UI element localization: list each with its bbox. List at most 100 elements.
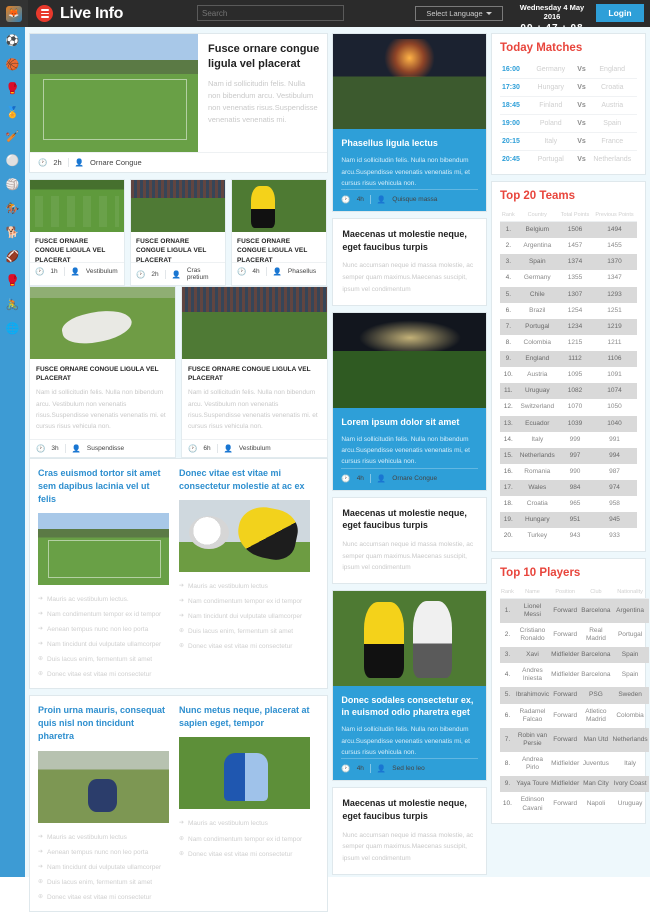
list-item[interactable]: Duis lacus enim, fermentum sit amet [38,875,169,890]
match-row[interactable]: 16:00 Germany Vs England [500,61,637,79]
table-row[interactable]: 5. Ibrahimovic Forward PSG Sweden [500,687,649,704]
table-cell: 1215 [567,338,583,346]
hero-article-card[interactable]: Fusce ornare congue ligula vel placerat … [29,33,329,173]
table-row[interactable]: 17. Wales 984 974 [500,480,637,497]
horse-racing-icon[interactable]: 🏇 [4,201,21,218]
table-cell: 1039 [567,419,583,427]
side-article-card[interactable]: Lorem ipsum dolor sit amet Nam id sollici… [332,311,487,491]
search-input[interactable] [197,5,344,21]
list-item[interactable]: Donec vitae est vitae mi consectetur [179,847,310,862]
table-row[interactable]: 19. Hungary 951 945 [500,512,637,529]
article-card[interactable]: FUSCE ORNARE CONGUE LIGULA VEL PLACERAT 🕐… [231,179,327,286]
side-article-card[interactable]: Maecenas ut molestie neque, eget faucibu… [332,787,487,875]
table-row[interactable]: 16. Romania 990 987 [500,464,637,480]
table-row[interactable]: 12. Switzerland 1070 1050 [500,399,637,415]
table-row[interactable]: 2. Cristiano Ronaldo Forward Real Madrid Por… [500,623,649,647]
match-row[interactable]: 19:00 Poland Vs Spain [500,115,637,133]
user-icon: 👤 [376,764,387,774]
table-cell: Man Utd [583,735,609,743]
table-row[interactable]: 10. Edinson Cavani Forward Napoli Uruguay [500,792,649,816]
table-cell: 958 [609,500,620,508]
golf-ball-icon[interactable]: ⚪ [4,153,21,170]
globe-icon[interactable]: 🌐 [4,321,21,338]
feature-title[interactable]: Proin urna mauris, consequat quis nisl n… [38,704,169,743]
cycling-icon[interactable]: 🚴 [4,297,21,314]
table-row[interactable]: 9. England 1112 1106 [500,351,637,368]
table-row[interactable]: 8. Andrea Pirlo Midfielder Juventus Italy [500,752,649,776]
list-item[interactable]: Duis lacus enim, fermentum sit amet [38,652,169,667]
list-item[interactable]: Aenean tempus nunc non leo porta [38,845,169,860]
list-item[interactable]: Nam tincidunt dui vulputate ullamcorper [38,860,169,875]
table-row[interactable]: 13. Ecuador 1039 1040 [500,415,637,432]
list-item[interactable]: Nam tincidunt dui vulputate ullamcorper [179,609,310,624]
article-card[interactable]: FUSCE ORNARE CONGUE LIGULA VEL PLACERAT 🕐… [130,179,226,286]
table-row[interactable]: 6. Radamel Falcao Forward Atletico Madrid Co… [500,704,649,728]
volleyball-icon[interactable]: 🏐 [4,177,21,194]
table-row[interactable]: 1. Lionel Messi Forward Barcelona Argentina [500,598,649,623]
list-item[interactable]: Mauris ac vestibulum lectus [179,579,310,594]
table-cell: 974 [609,484,620,491]
list-item[interactable]: Nam condimentum tempor ex id tempor [179,832,310,847]
table-row[interactable]: 18. Croatia 965 958 [500,496,637,512]
soccer-ball-icon[interactable]: ⚽ [4,33,21,50]
list-item[interactable]: Mauris ac vestibulum lectus [179,816,310,831]
table-row[interactable]: 9. Yaya Toure Midfielder Man City Ivory Coas… [500,776,649,793]
list-item[interactable]: Donec vitae est vitae mi consectetur [38,667,169,682]
table-row[interactable]: 3. Spain 1374 1370 [500,254,637,271]
table-row[interactable]: 20. Turkey 943 933 [500,528,637,544]
hamburger-icon[interactable] [36,5,53,22]
language-select[interactable]: Select Language [415,6,503,21]
match-home-team: Finland [539,102,563,109]
cricket-bat-icon[interactable]: 🏏 [4,129,21,146]
table-row[interactable]: 8. Colombia 1215 1211 [500,335,637,351]
match-row[interactable]: 20:45 Portugal Vs Netherlands [500,151,637,168]
list-item[interactable]: Aenean tempus nunc non leo porta [38,622,169,637]
table-row[interactable]: 7. Portugal 1234 1219 [500,318,637,335]
article-image [30,287,175,359]
list-item[interactable]: Duis lacus enim, fermentum sit amet [179,624,310,639]
table-row[interactable]: 4. Germany 1355 1347 [500,270,637,286]
table-row[interactable]: 7. Robin van Persie Forward Man Utd Netherla… [500,727,649,752]
list-item[interactable]: Donec vitae est vitae mi consectetur [38,890,169,905]
table-row[interactable]: 10. Austria 1095 1091 [500,367,637,383]
article-title: FUSCE ORNARE CONGUE LIGULA VEL PLACERAT [36,366,159,383]
article-card[interactable]: FUSCE ORNARE CONGUE LIGULA VEL PLACERAT N… [29,286,176,458]
medal-icon[interactable]: 🏅 [4,105,21,122]
list-item[interactable]: Nam condimentum tempor ex id tempor [179,594,310,609]
list-item[interactable]: Donec vitae est vitae mi consectetur [179,639,310,654]
list-item[interactable]: Nam condimentum tempor ex id tempor [38,607,169,622]
article-card[interactable]: FUSCE ORNARE CONGUE LIGULA VEL PLACERAT N… [181,286,328,458]
table-row[interactable]: 14. Italy 999 991 [500,432,637,448]
greyhound-icon[interactable]: 🐕 [4,225,21,242]
article-card[interactable]: FUSCE ORNARE CONGUE LIGULA VEL PLACERAT 🕐… [29,179,125,286]
side-article-card[interactable]: Maecenas ut molestie neque, eget faucibu… [332,496,487,585]
table-row[interactable]: 11. Uruguay 1082 1074 [500,383,637,400]
table-row[interactable]: 5. Chile 1307 1293 [500,286,637,303]
brand-area[interactable]: Live Info [36,5,123,23]
feature-title[interactable]: Cras euismod tortor sit amet sem dapibus… [38,467,169,506]
table-cell: 1455 [607,242,622,250]
boxing-glove-icon[interactable]: 🥊 [4,81,21,98]
table-row[interactable]: 15. Netherlands 997 994 [500,447,637,464]
table-row[interactable]: 3. Xavi Midfielder Barcelona Spain [500,647,649,664]
side-article-meta: 🕐 4h 👤 Quisque massa [341,189,478,207]
basketball-icon[interactable]: 🏀 [4,57,21,74]
list-item[interactable]: Mauris ac vestibulum lectus [38,830,169,845]
side-article-card[interactable]: Maecenas ut molestie neque, eget faucibu… [332,218,487,306]
match-row[interactable]: 18:45 Finland Vs Austria [500,97,637,115]
match-row[interactable]: 17:30 Hungary Vs Croatia [500,79,637,97]
table-row[interactable]: 2. Argentina 1457 1455 [500,238,637,254]
feature-title[interactable]: Nunc metus neque, placerat at sapien ege… [179,704,310,730]
side-article-card[interactable]: Phasellus ligula lectus Nam id sollicitud… [332,33,487,213]
boxing-icon[interactable]: 🥊 [4,273,21,290]
list-item[interactable]: Nam tincidunt dui vulputate ullamcorper [38,637,169,652]
side-article-card[interactable]: Donec sodales consectetur ex, in euismod… [332,590,487,782]
football-icon[interactable]: 🏈 [4,249,21,266]
table-row[interactable]: 4. Andres Iniesta Midfielder Barcelona Spain [500,663,649,687]
table-row[interactable]: 6. Brazil 1254 1251 [500,303,637,319]
match-row[interactable]: 20:15 Italy Vs France [500,133,637,151]
feature-title[interactable]: Donec vitae est vitae mi consectetur mol… [179,467,310,493]
table-row[interactable]: 1. Belgium 1506 1494 [500,221,637,239]
login-button[interactable]: Login [596,4,644,22]
list-item[interactable]: Mauris ac vestibulum lectus. [38,592,169,607]
